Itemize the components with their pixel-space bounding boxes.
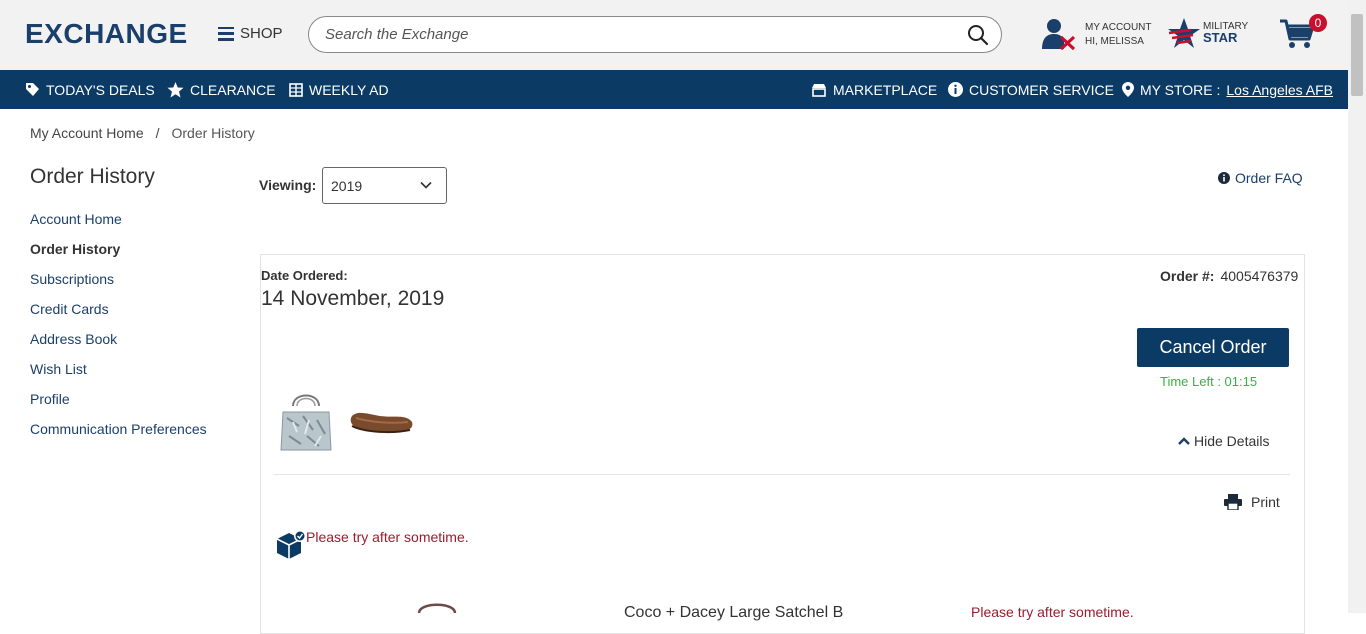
time-left-text: Time Left : 01:15 — [1160, 374, 1258, 389]
my-account-link[interactable]: MY ACCOUNT HI, MELISSA — [1085, 21, 1152, 49]
shop-menu-button[interactable]: SHOP — [218, 25, 283, 42]
scrollbar-thumb[interactable] — [1351, 14, 1363, 96]
print-button[interactable]: Print — [1224, 494, 1280, 510]
nav-weekly-ad-label: WEEKLY AD — [309, 81, 389, 98]
nav-marketplace-label: MARKETPLACE — [833, 81, 938, 98]
order-card — [260, 254, 1305, 634]
info-icon — [1218, 172, 1230, 184]
my-store-label: MY STORE : — [1140, 81, 1221, 98]
nav-my-store: MY STORE : Los Angeles AFB — [1122, 70, 1333, 109]
card-divider — [274, 474, 1290, 475]
viewing-label: Viewing: — [259, 177, 317, 193]
item-title-link[interactable]: Coco + Dacey Large Satchel B — [624, 604, 843, 622]
sidebar-item-address-book[interactable]: Address Book — [30, 331, 207, 361]
sidebar-title: Order History — [30, 165, 155, 188]
star-label: STAR — [1203, 30, 1238, 45]
my-account-label: MY ACCOUNT — [1085, 22, 1152, 33]
nav-todays-deals-label: TODAY'S DEALS — [46, 81, 155, 98]
sidebar-item-communication-preferences[interactable]: Communication Preferences — [30, 421, 207, 451]
sidebar-item-account-home[interactable]: Account Home — [30, 211, 207, 241]
cart-count-badge: 0 — [1309, 14, 1327, 32]
hide-details-toggle[interactable]: Hide Details — [1178, 433, 1269, 449]
nav-customer-service-label: CUSTOMER SERVICE — [969, 81, 1114, 98]
order-number-label: Order #: — [1160, 268, 1215, 284]
package-status-icon — [275, 529, 307, 564]
product-thumbnail-bag[interactable] — [279, 390, 333, 457]
nav-weekly-ad[interactable]: WEEKLY AD — [289, 70, 389, 109]
search-icon[interactable] — [967, 24, 989, 51]
sidebar-item-order-history[interactable]: Order History — [30, 241, 207, 271]
year-select-value: 2019 — [331, 178, 363, 194]
year-select[interactable]: 2019 — [322, 167, 447, 204]
greeting-label: HI, MELISSA — [1085, 36, 1144, 47]
chevron-up-icon — [1178, 437, 1190, 445]
nav-marketplace[interactable]: MARKETPLACE — [811, 70, 937, 109]
main-nav: TODAY'S DEALS CLEARANCE WEEKLY AD MARKET… — [0, 70, 1348, 109]
sidebar-item-wish-list[interactable]: Wish List — [30, 361, 207, 391]
cancel-order-button[interactable]: Cancel Order — [1137, 328, 1289, 367]
order-number-value: 4005476379 — [1220, 268, 1299, 284]
product-image-bag[interactable] — [415, 600, 459, 618]
item-status-message: Please try after sometime. — [971, 604, 1134, 620]
my-store-link[interactable]: Los Angeles AFB — [1226, 82, 1333, 98]
sidebar-item-profile[interactable]: Profile — [30, 391, 207, 421]
logo-text: EXCHANGE — [25, 18, 188, 49]
order-number: Order #: 4005476379 — [1160, 268, 1298, 284]
hide-details-label: Hide Details — [1194, 433, 1270, 449]
product-thumbnail-shoe[interactable] — [350, 402, 414, 441]
sidebar-item-subscriptions[interactable]: Subscriptions — [30, 271, 207, 301]
top-header: EXCHANGE SHOP MY ACCOUNT HI, MELISSA MIL… — [0, 0, 1348, 70]
account-icon[interactable] — [1042, 18, 1076, 55]
printer-icon — [1224, 494, 1242, 510]
tag-icon — [26, 83, 39, 96]
order-faq-link[interactable]: Order FAQ — [1218, 170, 1303, 186]
breadcrumb-current: Order History — [171, 125, 255, 141]
print-label: Print — [1251, 494, 1280, 510]
breadcrumb: My Account Home / Order History — [30, 125, 255, 141]
star-icon — [167, 81, 184, 97]
military-star-icon[interactable] — [1167, 17, 1201, 54]
exchange-logo[interactable]: EXCHANGE — [25, 18, 188, 50]
search-bar — [308, 16, 1002, 53]
nav-todays-deals[interactable]: TODAY'S DEALS — [25, 70, 155, 109]
search-input[interactable] — [323, 25, 927, 44]
store-icon — [812, 83, 826, 97]
breadcrumb-home-link[interactable]: My Account Home — [30, 125, 144, 141]
nav-clearance[interactable]: CLEARANCE — [167, 70, 276, 109]
date-ordered-label: Date Ordered: — [261, 268, 348, 283]
order-faq-label: Order FAQ — [1235, 170, 1303, 186]
sidebar-menu: Account Home Order History Subscriptions… — [30, 211, 207, 451]
shop-label: SHOP — [240, 25, 283, 42]
nav-customer-service[interactable]: CUSTOMER SERVICE — [948, 70, 1114, 109]
location-pin-icon — [1122, 82, 1134, 97]
hamburger-icon — [218, 26, 234, 41]
breadcrumb-separator: / — [155, 125, 160, 141]
military-star-link[interactable]: MILITARY STAR — [1203, 21, 1248, 45]
order-status-message: Please try after sometime. — [306, 529, 469, 545]
info-icon — [948, 82, 963, 97]
sidebar-item-credit-cards[interactable]: Credit Cards — [30, 301, 207, 331]
date-ordered-value: 14 November, 2019 — [261, 287, 445, 310]
chevron-down-icon — [420, 181, 432, 189]
newspaper-icon — [289, 82, 303, 97]
nav-clearance-label: CLEARANCE — [190, 81, 276, 98]
